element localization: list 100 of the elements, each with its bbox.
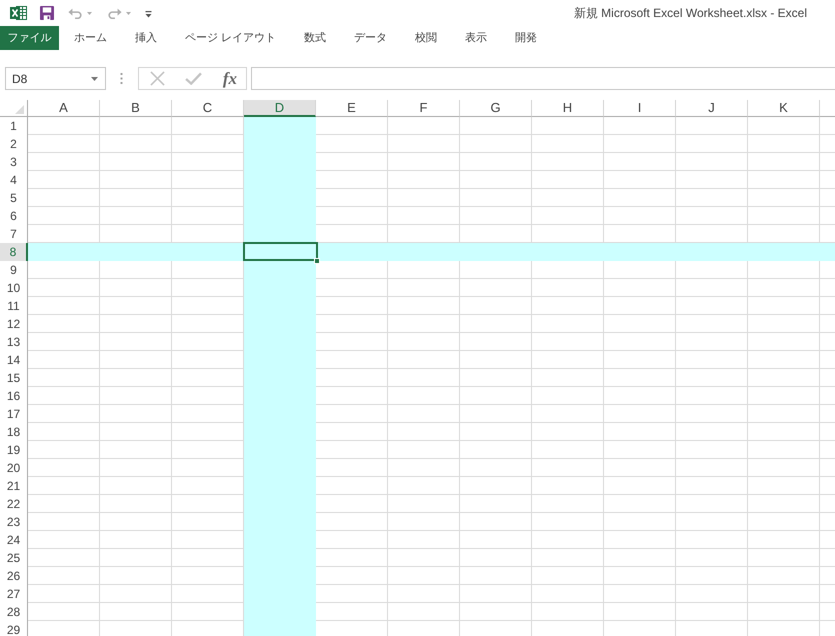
file-tab[interactable]: ファイル (0, 26, 59, 50)
grid-cell[interactable] (460, 153, 532, 171)
grid-cell[interactable] (316, 369, 388, 387)
grid-cell[interactable] (532, 441, 604, 459)
row-header[interactable]: 1 (0, 117, 28, 135)
ribbon-tab[interactable]: ホーム (60, 26, 121, 50)
row-header[interactable]: 16 (0, 387, 28, 405)
grid-cell[interactable] (676, 567, 748, 585)
grid-cell[interactable] (388, 117, 460, 135)
ribbon-tab[interactable]: 開発 (501, 26, 552, 50)
grid-cell[interactable] (28, 513, 100, 531)
grid-cell[interactable] (676, 387, 748, 405)
grid-cell[interactable] (316, 189, 388, 207)
grid-cell[interactable] (532, 567, 604, 585)
grid-cell[interactable] (316, 567, 388, 585)
grid-cell[interactable] (532, 261, 604, 279)
grid-cell[interactable] (388, 531, 460, 549)
ribbon-tab[interactable]: ページ レイアウト (171, 26, 290, 50)
grid-cell[interactable] (316, 513, 388, 531)
grid-cell[interactable] (604, 603, 676, 621)
grid-cell[interactable] (532, 405, 604, 423)
grid-cell[interactable] (316, 261, 388, 279)
highlighted-cell[interactable] (244, 621, 316, 636)
grid-cell[interactable] (748, 531, 820, 549)
grid-cell[interactable] (28, 495, 100, 513)
grid-cell[interactable] (604, 585, 676, 603)
grid-cell[interactable] (388, 279, 460, 297)
grid-cell[interactable] (604, 189, 676, 207)
grid-cell[interactable] (532, 477, 604, 495)
grid-cell[interactable] (460, 513, 532, 531)
grid-cell[interactable] (604, 495, 676, 513)
grid-cell[interactable] (604, 549, 676, 567)
grid-cell[interactable] (460, 189, 532, 207)
row-header[interactable]: 29 (0, 621, 28, 636)
grid-cell[interactable] (460, 315, 532, 333)
grid-cell[interactable] (100, 153, 172, 171)
grid-cell[interactable] (28, 351, 100, 369)
grid-cell[interactable] (316, 477, 388, 495)
grid-cell[interactable] (460, 135, 532, 153)
highlighted-cell[interactable] (244, 261, 316, 279)
grid-cell[interactable] (748, 261, 820, 279)
grid-cell[interactable] (604, 117, 676, 135)
grid-cell[interactable] (388, 441, 460, 459)
grid-cell[interactable] (604, 135, 676, 153)
grid-cell[interactable] (532, 117, 604, 135)
grid-cell[interactable] (676, 189, 748, 207)
grid-cell[interactable] (460, 369, 532, 387)
grid-cell[interactable] (388, 171, 460, 189)
grid-cell[interactable] (100, 333, 172, 351)
grid-cell[interactable] (748, 423, 820, 441)
grid-cell[interactable] (748, 405, 820, 423)
active-cell[interactable] (243, 242, 318, 261)
row-header[interactable]: 3 (0, 153, 28, 171)
grid-cell[interactable] (100, 117, 172, 135)
column-header[interactable]: H (532, 100, 604, 117)
grid-cell[interactable] (316, 117, 388, 135)
grid-cell[interactable] (532, 549, 604, 567)
grid-cell[interactable] (460, 405, 532, 423)
grid-cell[interactable] (460, 477, 532, 495)
grid-cell[interactable] (460, 117, 532, 135)
grid-cell[interactable] (388, 549, 460, 567)
grid-cell[interactable] (532, 171, 604, 189)
grid-cell[interactable] (748, 315, 820, 333)
grid-cell[interactable] (676, 477, 748, 495)
grid-cell[interactable] (532, 351, 604, 369)
grid-cell[interactable] (100, 261, 172, 279)
caret-icon[interactable] (126, 12, 131, 14)
grid-cell[interactable] (604, 405, 676, 423)
grid-cell[interactable] (532, 603, 604, 621)
grid-cell[interactable] (604, 315, 676, 333)
row-header[interactable]: 6 (0, 207, 28, 225)
grid-cell[interactable] (604, 369, 676, 387)
highlighted-cell[interactable] (244, 225, 316, 243)
grid-cell[interactable] (748, 153, 820, 171)
grid-cell[interactable] (100, 477, 172, 495)
highlighted-cell[interactable] (316, 243, 388, 261)
grid-cell[interactable] (748, 585, 820, 603)
grid-cell[interactable] (316, 585, 388, 603)
grid-cell[interactable] (676, 441, 748, 459)
grid-cell[interactable] (676, 333, 748, 351)
grid-cell[interactable] (100, 603, 172, 621)
grid-cell[interactable] (532, 423, 604, 441)
column-header[interactable]: B (100, 100, 172, 117)
grid-cell[interactable] (28, 477, 100, 495)
grid-cell[interactable] (532, 279, 604, 297)
grid-cell[interactable] (676, 495, 748, 513)
grid-cell[interactable] (460, 459, 532, 477)
grid-cell[interactable] (28, 315, 100, 333)
row-header[interactable]: 18 (0, 423, 28, 441)
row-header[interactable]: 17 (0, 405, 28, 423)
grid-cell[interactable] (748, 117, 820, 135)
grid-cell[interactable] (676, 603, 748, 621)
grid-cell[interactable] (28, 261, 100, 279)
grid-cell[interactable] (676, 459, 748, 477)
grid-cell[interactable] (100, 459, 172, 477)
grid-cell[interactable] (388, 477, 460, 495)
grid-cell[interactable] (388, 387, 460, 405)
highlighted-cell[interactable] (820, 243, 835, 261)
grid-cell[interactable] (28, 117, 100, 135)
row-header[interactable]: 28 (0, 603, 28, 621)
